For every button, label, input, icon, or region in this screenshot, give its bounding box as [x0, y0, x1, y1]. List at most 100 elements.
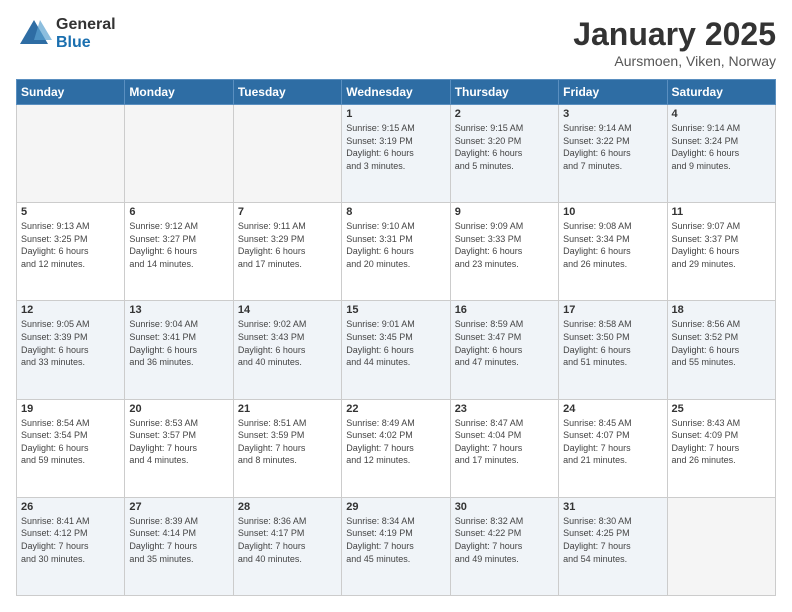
calendar-header-row: SundayMondayTuesdayWednesdayThursdayFrid…: [17, 80, 776, 105]
calendar-cell: 21 Sunrise: 8:51 AM Sunset: 3:59 PM Dayli…: [233, 399, 341, 497]
day-header-thursday: Thursday: [450, 80, 558, 105]
calendar-cell: 18Sunrise: 8:56 AM Sunset: 3:52 PM Dayli…: [667, 301, 775, 399]
day-number: 11: [672, 206, 771, 218]
day-number: 16: [455, 304, 554, 316]
day-number: 23: [455, 403, 554, 415]
calendar-cell: 22Sunrise: 8:49 AM Sunset: 4:02 PM Dayli…: [342, 399, 450, 497]
calendar-week-row: 19 Sunrise: 8:54 AM Sunset: 3:54 PM Dayli…: [17, 399, 776, 497]
day-number: 7: [238, 206, 337, 218]
day-number: 27: [129, 501, 228, 513]
day-info: Sunrise: 9:12 AM Sunset: 3:27 PM Dayligh…: [129, 220, 228, 270]
calendar-cell: 4 Sunrise: 9:14 AM Sunset: 3:24 PM Daylig…: [667, 105, 775, 203]
day-number: 21: [238, 403, 337, 415]
day-info: Sunrise: 9:14 AM Sunset: 3:24 PM Dayligh…: [672, 122, 771, 172]
day-info: Sunrise: 9:10 AM Sunset: 3:31 PM Dayligh…: [346, 220, 445, 270]
day-number: 28: [238, 501, 337, 513]
day-number: 25: [672, 403, 771, 415]
logo-text: General Blue: [56, 16, 116, 51]
day-number: 12: [21, 304, 120, 316]
day-info: Sunrise: 9:11 AM Sunset: 3:29 PM Dayligh…: [238, 220, 337, 270]
day-info: Sunrise: 8:45 AM Sunset: 4:07 PM Dayligh…: [563, 417, 662, 467]
day-info: Sunrise: 9:07 AM Sunset: 3:37 PM Dayligh…: [672, 220, 771, 270]
day-info: Sunrise: 9:04 AM Sunset: 3:41 PM Dayligh…: [129, 318, 228, 368]
day-info: Sunrise: 8:54 AM Sunset: 3:54 PM Dayligh…: [21, 417, 120, 467]
calendar-cell: 17 Sunrise: 8:58 AM Sunset: 3:50 PM Dayli…: [559, 301, 667, 399]
day-number: 26: [21, 501, 120, 513]
day-info: Sunrise: 9:14 AM Sunset: 3:22 PM Dayligh…: [563, 122, 662, 172]
calendar: SundayMondayTuesdayWednesdayThursdayFrid…: [16, 79, 776, 596]
day-info: Sunrise: 8:59 AM Sunset: 3:47 PM Dayligh…: [455, 318, 554, 368]
day-info: Sunrise: 8:41 AM Sunset: 4:12 PM Dayligh…: [21, 515, 120, 565]
day-info: Sunrise: 8:43 AM Sunset: 4:09 PM Dayligh…: [672, 417, 771, 467]
day-number: 5: [21, 206, 120, 218]
calendar-cell: 1 Sunrise: 9:15 AM Sunset: 3:19 PM Daylig…: [342, 105, 450, 203]
month-title: January 2025: [573, 16, 776, 53]
logo-blue: Blue: [56, 34, 116, 52]
day-info: Sunrise: 8:51 AM Sunset: 3:59 PM Dayligh…: [238, 417, 337, 467]
day-header-friday: Friday: [559, 80, 667, 105]
day-number: 30: [455, 501, 554, 513]
calendar-week-row: 5 Sunrise: 9:13 AM Sunset: 3:25 PM Daylig…: [17, 203, 776, 301]
calendar-cell: 10Sunrise: 9:08 AM Sunset: 3:34 PM Dayli…: [559, 203, 667, 301]
calendar-cell: [17, 105, 125, 203]
day-number: 13: [129, 304, 228, 316]
day-number: 4: [672, 108, 771, 120]
header: General Blue January 2025 Aursmoen, Vike…: [16, 16, 776, 69]
day-header-monday: Monday: [125, 80, 233, 105]
calendar-cell: 13 Sunrise: 9:04 AM Sunset: 3:41 PM Dayli…: [125, 301, 233, 399]
day-info: Sunrise: 8:47 AM Sunset: 4:04 PM Dayligh…: [455, 417, 554, 467]
calendar-cell: 9 Sunrise: 9:09 AM Sunset: 3:33 PM Daylig…: [450, 203, 558, 301]
day-number: 3: [563, 108, 662, 120]
day-number: 19: [21, 403, 120, 415]
day-info: Sunrise: 9:15 AM Sunset: 3:20 PM Dayligh…: [455, 122, 554, 172]
calendar-cell: 5 Sunrise: 9:13 AM Sunset: 3:25 PM Daylig…: [17, 203, 125, 301]
calendar-cell: 28Sunrise: 8:36 AM Sunset: 4:17 PM Dayli…: [233, 497, 341, 595]
calendar-cell: 8 Sunrise: 9:10 AM Sunset: 3:31 PM Daylig…: [342, 203, 450, 301]
calendar-week-row: 1 Sunrise: 9:15 AM Sunset: 3:19 PM Daylig…: [17, 105, 776, 203]
calendar-cell: 11 Sunrise: 9:07 AM Sunset: 3:37 PM Dayli…: [667, 203, 775, 301]
day-number: 18: [672, 304, 771, 316]
location: Aursmoen, Viken, Norway: [573, 53, 776, 69]
day-number: 2: [455, 108, 554, 120]
calendar-cell: 25 Sunrise: 8:43 AM Sunset: 4:09 PM Dayli…: [667, 399, 775, 497]
calendar-cell: 23 Sunrise: 8:47 AM Sunset: 4:04 PM Dayli…: [450, 399, 558, 497]
day-number: 14: [238, 304, 337, 316]
day-number: 22: [346, 403, 445, 415]
day-info: Sunrise: 9:05 AM Sunset: 3:39 PM Dayligh…: [21, 318, 120, 368]
calendar-cell: 31Sunrise: 8:30 AM Sunset: 4:25 PM Dayli…: [559, 497, 667, 595]
day-number: 1: [346, 108, 445, 120]
day-info: Sunrise: 9:08 AM Sunset: 3:34 PM Dayligh…: [563, 220, 662, 270]
day-header-tuesday: Tuesday: [233, 80, 341, 105]
calendar-cell: 19 Sunrise: 8:54 AM Sunset: 3:54 PM Dayli…: [17, 399, 125, 497]
calendar-cell: 3 Sunrise: 9:14 AM Sunset: 3:22 PM Daylig…: [559, 105, 667, 203]
day-info: Sunrise: 8:39 AM Sunset: 4:14 PM Dayligh…: [129, 515, 228, 565]
calendar-cell: 7 Sunrise: 9:11 AM Sunset: 3:29 PM Daylig…: [233, 203, 341, 301]
logo: General Blue: [16, 16, 116, 52]
calendar-cell: [233, 105, 341, 203]
logo-general: General: [56, 16, 116, 34]
calendar-cell: 12 Sunrise: 9:05 AM Sunset: 3:39 PM Dayli…: [17, 301, 125, 399]
calendar-cell: 24 Sunrise: 8:45 AM Sunset: 4:07 PM Dayli…: [559, 399, 667, 497]
day-number: 9: [455, 206, 554, 218]
day-number: 29: [346, 501, 445, 513]
day-info: Sunrise: 9:13 AM Sunset: 3:25 PM Dayligh…: [21, 220, 120, 270]
day-info: Sunrise: 9:15 AM Sunset: 3:19 PM Dayligh…: [346, 122, 445, 172]
day-number: 17: [563, 304, 662, 316]
day-number: 24: [563, 403, 662, 415]
calendar-cell: 15 Sunrise: 9:01 AM Sunset: 3:45 PM Dayli…: [342, 301, 450, 399]
calendar-cell: 14Sunrise: 9:02 AM Sunset: 3:43 PM Dayli…: [233, 301, 341, 399]
calendar-cell: [125, 105, 233, 203]
day-info: Sunrise: 8:32 AM Sunset: 4:22 PM Dayligh…: [455, 515, 554, 565]
title-area: January 2025 Aursmoen, Viken, Norway: [573, 16, 776, 69]
calendar-week-row: 12 Sunrise: 9:05 AM Sunset: 3:39 PM Dayli…: [17, 301, 776, 399]
day-number: 31: [563, 501, 662, 513]
day-info: Sunrise: 9:01 AM Sunset: 3:45 PM Dayligh…: [346, 318, 445, 368]
day-number: 15: [346, 304, 445, 316]
calendar-cell: 16 Sunrise: 8:59 AM Sunset: 3:47 PM Dayli…: [450, 301, 558, 399]
day-number: 6: [129, 206, 228, 218]
logo-icon: [16, 16, 52, 52]
day-number: 8: [346, 206, 445, 218]
day-info: Sunrise: 8:34 AM Sunset: 4:19 PM Dayligh…: [346, 515, 445, 565]
day-info: Sunrise: 8:58 AM Sunset: 3:50 PM Dayligh…: [563, 318, 662, 368]
day-info: Sunrise: 9:09 AM Sunset: 3:33 PM Dayligh…: [455, 220, 554, 270]
